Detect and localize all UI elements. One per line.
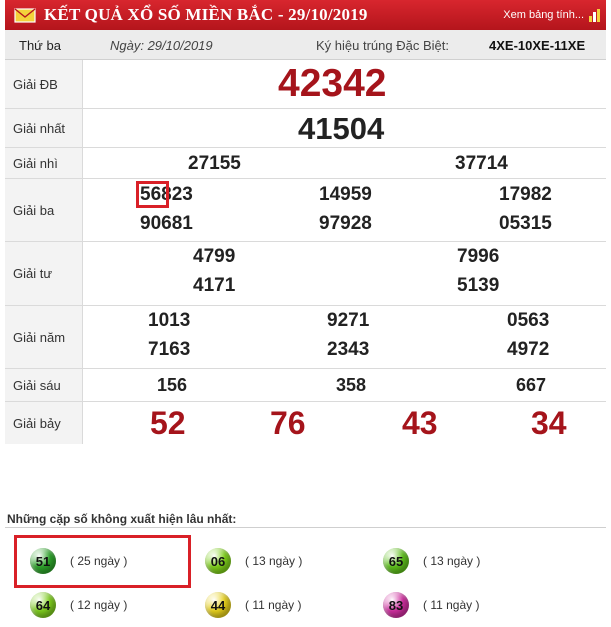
weekday: Thứ ba [19,38,61,53]
prize-number: 4972 [507,339,550,360]
days-count: ( 13 ngày ) [423,554,481,568]
prize-label: Giải sáu [5,369,83,401]
prize-number: 0563 [507,310,550,331]
number-ball-icon: 06 [205,548,231,574]
prize-label: Giải nhất [5,109,83,147]
prize-label: Giải ba [5,179,83,241]
special-code: 4XE-10XE-11XE [489,38,586,53]
highlight-box [136,181,169,208]
prize-number: 42342 [278,62,387,105]
prize-label: Giải tư [5,242,83,305]
prize-label: Giải ĐB [5,60,83,108]
prize-row-nhi: Giải nhì 27155 37714 [5,148,606,179]
prize-number: 52 [150,405,186,441]
days-count: ( 13 ngày ) [245,554,303,568]
number-ball-icon: 64 [30,592,56,618]
prize-number: 34 [531,405,567,441]
results-table: Giải ĐB 42342 Giải nhất 41504 Giải nhì 2… [5,60,606,444]
prize-label: Giải năm [5,306,83,368]
prize-number: 4799 [193,246,236,267]
prize-number: 17982 [499,184,552,205]
prize-row-bay: Giải bảy 52 76 43 34 [5,402,606,444]
prize-number: 41504 [298,111,385,146]
prize-label: Giải nhì [5,148,83,178]
number-ball-icon: 83 [383,592,409,618]
prize-number: 90681 [140,213,193,234]
prize-row-nam: Giải năm 1013 9271 0563 7163 2343 4972 [5,306,606,369]
pair-item[interactable]: 83 ( 11 ngày ) [383,592,479,618]
prize-number: 37714 [455,153,508,174]
prize-number: 9271 [327,310,370,331]
prize-number: 76 [270,405,306,441]
prize-number: 97928 [319,213,372,234]
section-divider [5,527,606,528]
days-count: ( 11 ngày ) [423,598,480,612]
bar-chart-icon[interactable] [588,9,602,22]
prize-row-tu: Giải tư 4799 7996 4171 5139 [5,242,606,306]
prize-number: 2343 [327,339,370,360]
number-ball-icon: 65 [383,548,409,574]
special-code-label: Ký hiệu trúng Đặc Biệt: [316,38,449,53]
header-title: KẾT QUẢ XỔ SỐ MIỀN BẮC - 29/10/2019 [44,5,368,24]
pair-item[interactable]: 65 ( 13 ngày ) [383,548,480,574]
prize-number: 7163 [148,339,191,360]
results-header: KẾT QUẢ XỔ SỐ MIỀN BẮC - 29/10/2019 Xem … [5,0,606,30]
prize-number: 14959 [319,184,372,205]
prize-row-nhat: Giải nhất 41504 [5,109,606,148]
pair-item[interactable]: 44 ( 11 ngày ) [205,592,301,618]
days-count: ( 11 ngày ) [245,598,302,612]
prize-number: 5139 [457,275,500,296]
prize-number: 667 [516,375,547,395]
view-table-link[interactable]: Xem bảng tính... [503,9,584,21]
number-ball-icon: 44 [205,592,231,618]
prize-number: 1013 [148,310,191,331]
date-info-bar: Thứ ba Ngày: 29/10/2019 Ký hiệu trúng Đặ… [5,30,606,60]
missing-pairs-title: Những cặp số không xuất hiện lâu nhất: [7,512,237,526]
prize-number: 358 [336,375,367,395]
prize-number: 156 [157,375,188,395]
pair-item[interactable]: 06 ( 13 ngày ) [205,548,302,574]
prize-label: Giải bảy [5,402,83,444]
prize-row-ba: Giải ba 56823 14959 17982 90681 97928 05… [5,179,606,242]
prize-number: 4171 [193,275,236,296]
pair-item[interactable]: 64 ( 12 ngày ) [30,592,127,618]
prize-number: 27155 [188,153,241,174]
prize-row-db: Giải ĐB 42342 [5,60,606,109]
days-count: ( 12 ngày ) [70,598,128,612]
mail-icon [14,7,36,23]
highlight-box [14,535,191,588]
prize-number: 43 [402,405,438,441]
prize-row-sau: Giải sáu 156 358 667 [5,369,606,402]
prize-number: 05315 [499,213,552,234]
prize-number: 7996 [457,246,500,267]
draw-date: Ngày: 29/10/2019 [110,38,213,53]
